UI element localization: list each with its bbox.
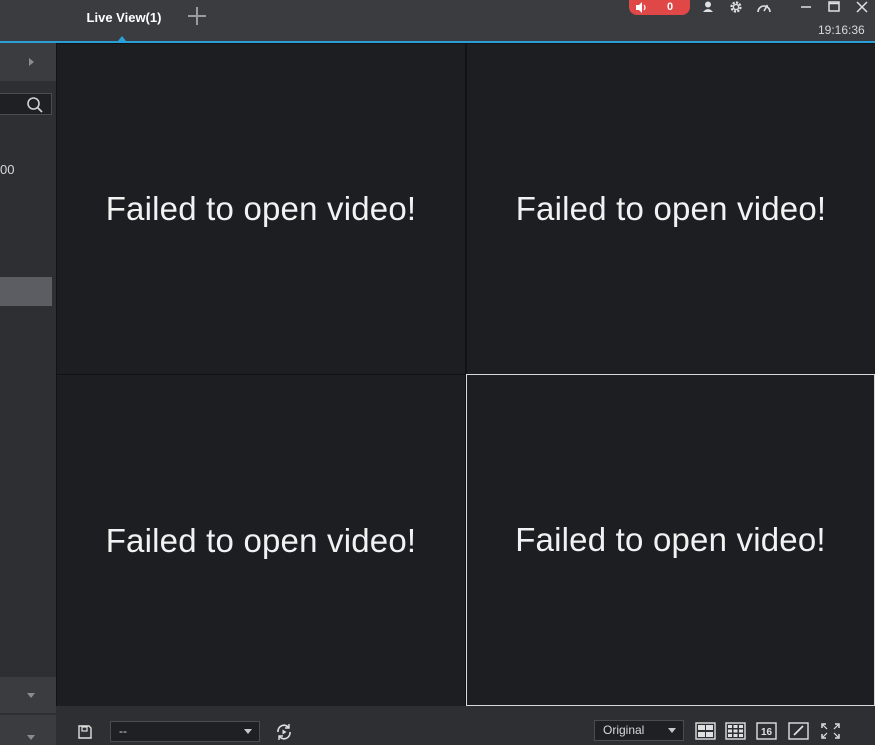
search-icon[interactable]	[26, 96, 44, 114]
add-tab-icon[interactable]	[186, 5, 208, 27]
user-icon[interactable]	[699, 0, 717, 14]
dropdown-arrow-icon	[668, 728, 676, 733]
save-view-icon[interactable]	[76, 723, 94, 745]
refresh-icon[interactable]	[274, 722, 294, 745]
layout-16-button[interactable]: 16	[756, 722, 777, 740]
video-cell-2[interactable]: Failed to open video!	[467, 44, 875, 374]
device-tree-selected-item[interactable]	[0, 277, 52, 306]
layout-9-icon[interactable]	[725, 722, 746, 740]
panel-section-footer[interactable]	[0, 677, 56, 713]
maximize-icon[interactable]	[825, 0, 843, 14]
stream-select-value: Original	[603, 723, 645, 737]
bottom-toolbar: -- Original 16	[56, 706, 875, 745]
performance-gauge-icon[interactable]	[755, 0, 773, 14]
close-icon[interactable]	[853, 0, 871, 14]
custom-layout-icon[interactable]	[788, 722, 809, 740]
video-cell-4[interactable]: Failed to open video!	[466, 374, 875, 706]
expand-arrow-icon[interactable]	[29, 58, 34, 66]
layout-16-label: 16	[761, 727, 773, 738]
alarm-count: 0	[667, 1, 674, 13]
video-error-message: Failed to open video!	[105, 190, 417, 227]
minimize-icon[interactable]	[797, 0, 815, 14]
panel-section-footer-2[interactable]	[0, 715, 56, 745]
device-search-input[interactable]	[0, 93, 52, 115]
title-bar: Live View(1) 0 19:16:36	[0, 0, 875, 42]
video-error-message: Failed to open video!	[515, 521, 826, 558]
dropdown-arrow-icon	[244, 729, 252, 734]
video-cell-3[interactable]: Failed to open video!	[57, 375, 465, 706]
system-clock: 19:16:36	[818, 23, 865, 37]
video-grid: Failed to open video! Failed to open vid…	[56, 43, 875, 706]
chevron-down-icon-2	[27, 735, 35, 740]
layout-4-icon[interactable]	[695, 722, 716, 740]
fullscreen-icon[interactable]	[820, 722, 841, 740]
speaker-icon	[629, 0, 651, 15]
video-cell-1[interactable]: Failed to open video!	[57, 44, 465, 374]
video-error-message: Failed to open video!	[105, 521, 417, 559]
device-panel-header	[0, 43, 56, 81]
view-select[interactable]: --	[110, 721, 260, 742]
video-error-message: Failed to open video!	[515, 190, 827, 227]
chevron-down-icon	[27, 693, 35, 698]
app-window: Live View(1) 0 19:16:36 00 Failed to ope…	[0, 0, 875, 745]
alarm-button[interactable]: 0	[629, 0, 690, 15]
gear-icon[interactable]	[727, 0, 745, 14]
view-select-value: --	[119, 724, 127, 738]
tab-live-view[interactable]: Live View(1)	[78, 0, 170, 34]
stream-select[interactable]: Original	[594, 720, 684, 741]
device-tree-item[interactable]: 00	[0, 162, 14, 177]
device-panel: 00	[0, 43, 56, 745]
